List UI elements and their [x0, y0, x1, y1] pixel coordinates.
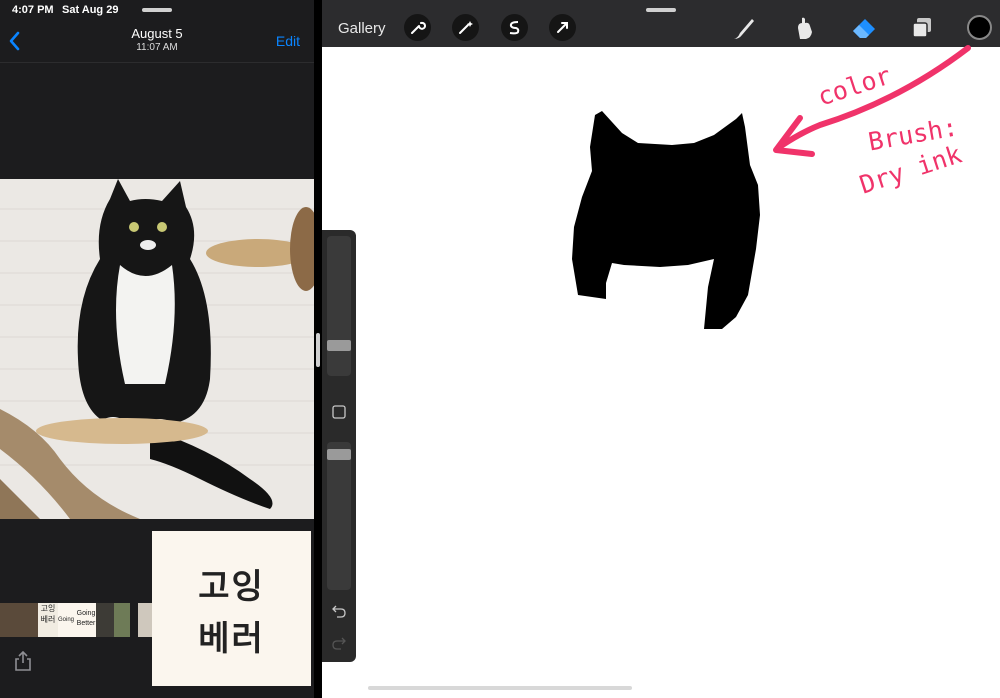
gallery-button[interactable]: Gallery: [338, 20, 386, 37]
cat-photo[interactable]: [0, 179, 314, 519]
procreate-sidebar: [322, 230, 356, 662]
layers-icon[interactable]: [908, 14, 936, 42]
share-icon[interactable]: [14, 651, 32, 671]
opacity-slider[interactable]: [327, 442, 351, 590]
eraser-icon[interactable]: [850, 14, 878, 42]
drawing-canvas[interactable]: [322, 47, 1000, 698]
cat-photo-image: [0, 179, 314, 519]
modify-square-button[interactable]: [332, 405, 346, 419]
wrench-icon[interactable]: [404, 14, 431, 41]
korean-text-thumbnail[interactable]: 고잉 베러: [152, 531, 311, 686]
filmstrip-frame[interactable]: 고잉 베러: [38, 603, 58, 637]
photos-app-pane: 4:07 PM Sat Aug 29 August 5 11:07 AM Edi…: [0, 0, 314, 698]
brush-icon[interactable]: [730, 14, 758, 42]
transform-arrow-icon[interactable]: [549, 14, 576, 41]
multitasking-grabber[interactable]: [646, 8, 676, 12]
magic-wand-icon[interactable]: [452, 14, 479, 41]
brush-size-slider[interactable]: [327, 236, 351, 376]
split-view-handle[interactable]: [316, 333, 320, 367]
photos-nav-bar: August 5 11:07 AM Edit: [0, 20, 314, 63]
undo-icon[interactable]: [332, 604, 346, 618]
thumbnail-line-1: 고잉: [198, 567, 265, 607]
filmstrip-frame[interactable]: Going Better: [58, 603, 76, 637]
procreate-toolbar: Gallery: [322, 0, 1000, 47]
photo-date-title: August 5: [131, 26, 183, 41]
color-well-button[interactable]: [967, 15, 992, 40]
redo-icon[interactable]: [332, 636, 346, 650]
selection-s-icon[interactable]: [501, 14, 528, 41]
status-time: 4:07 PM: [12, 4, 54, 16]
photo-time-subtitle: 11:07 AM: [136, 42, 178, 53]
procreate-pane: Gallery: [322, 0, 1000, 698]
edit-button[interactable]: Edit: [276, 33, 300, 49]
filmstrip-frame[interactable]: [138, 603, 152, 637]
filmstrip-frame[interactable]: [114, 603, 130, 637]
filmstrip-frame[interactable]: [0, 603, 38, 637]
split-view-divider[interactable]: [314, 0, 322, 698]
filmstrip-frame[interactable]: Going Better: [76, 603, 96, 637]
photo-filmstrip[interactable]: 고잉 베러 Going Better Going Better: [0, 603, 152, 637]
filmstrip-frame[interactable]: [96, 603, 114, 637]
status-date: Sat Aug 29: [62, 4, 119, 16]
multitasking-grabber[interactable]: [142, 8, 172, 12]
opacity-knob[interactable]: [327, 449, 351, 460]
thumbnail-line-2: 베러: [198, 619, 265, 659]
smudge-icon[interactable]: [790, 14, 818, 42]
home-indicator: [368, 686, 632, 690]
brush-size-knob[interactable]: [327, 340, 351, 351]
